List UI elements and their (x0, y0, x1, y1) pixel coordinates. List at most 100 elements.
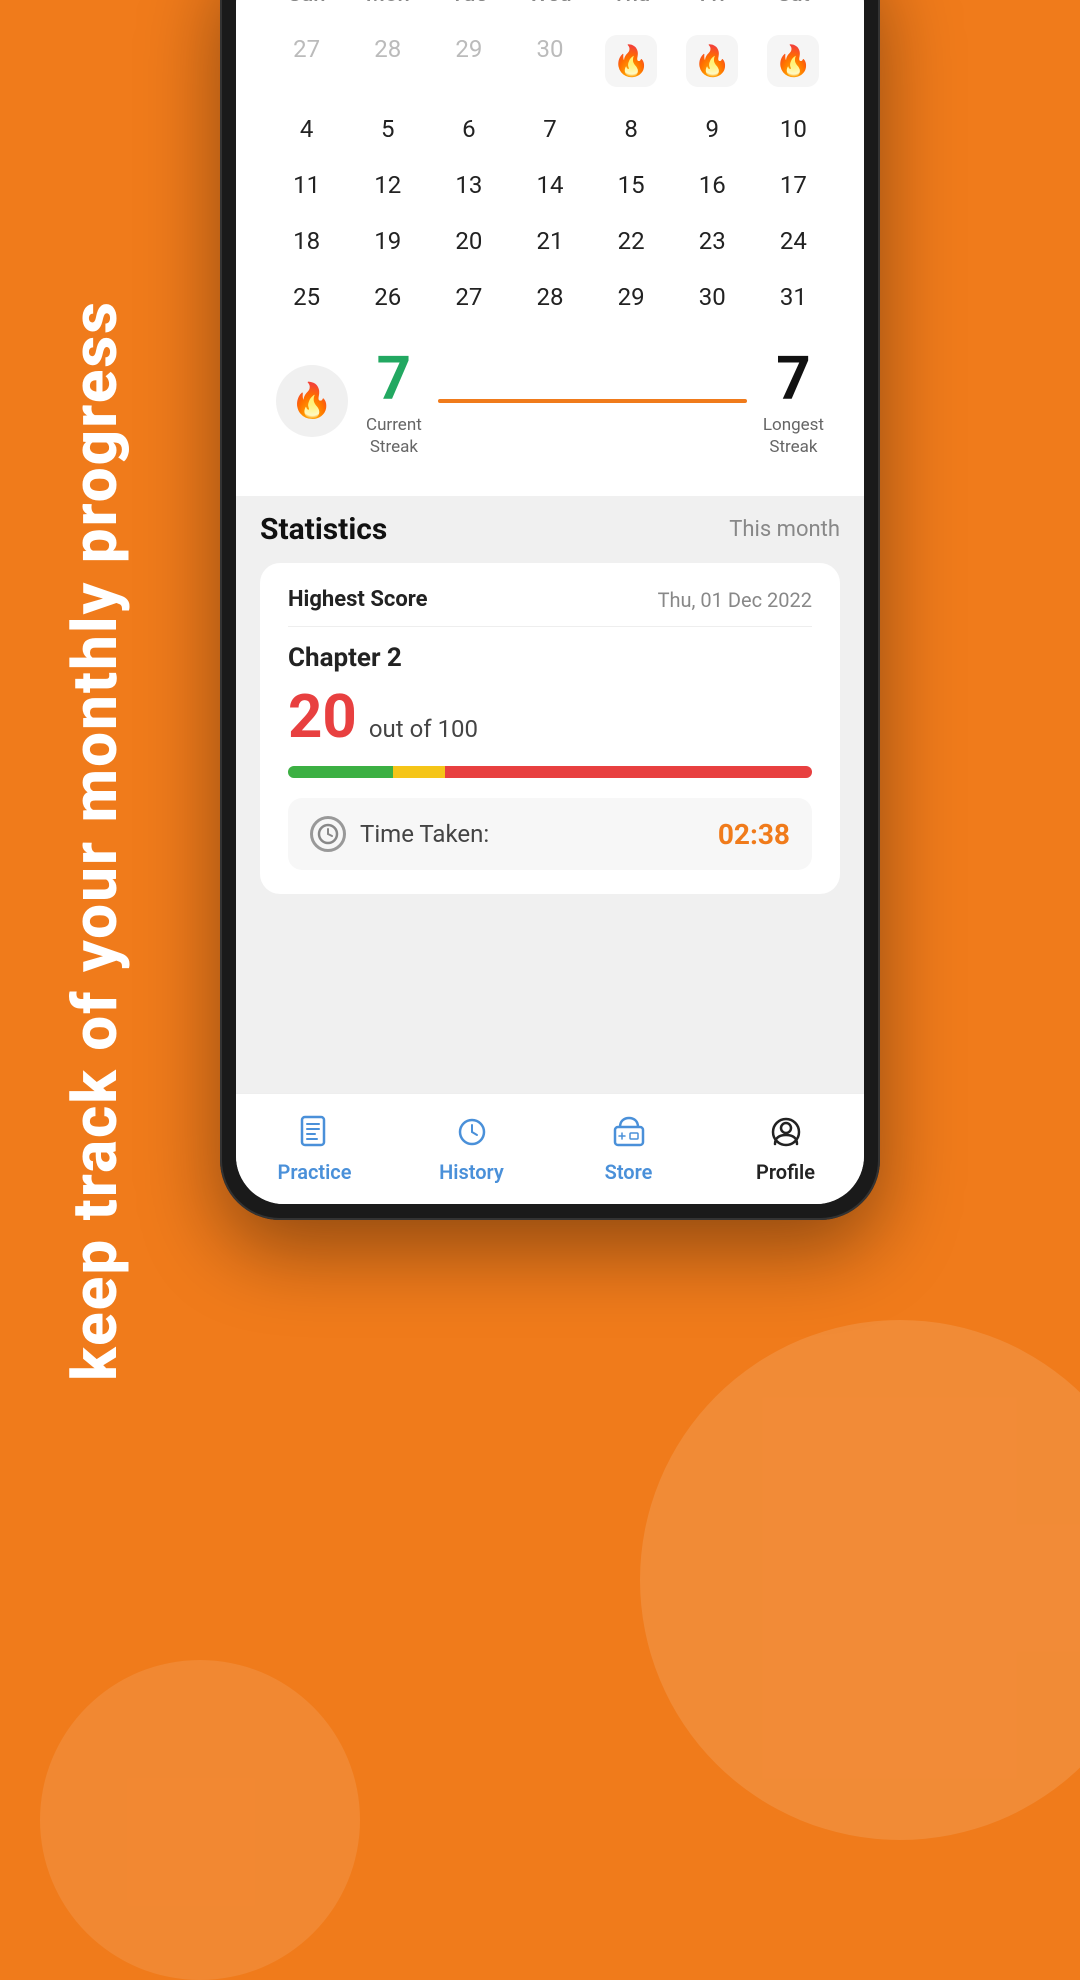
score-out-of: out of 100 (369, 715, 478, 743)
calendar-header-row: Sun Mon Tue Wed Thu Fri Sat (266, 0, 834, 13)
nav-label-store: Store (605, 1160, 653, 1184)
clock-icon (310, 816, 346, 852)
cal-cell: 5 (347, 101, 428, 157)
time-left: Time Taken: (310, 816, 489, 852)
cal-cell: 21 (509, 213, 590, 269)
phone-mockup: Sun Mon Tue Wed Thu Fri Sat 27 28 29 (220, 0, 880, 1220)
cal-cell: 19 (347, 213, 428, 269)
cal-cell: 13 (428, 157, 509, 213)
day-header-thu: Thu (591, 0, 672, 13)
store-icon (607, 1110, 651, 1154)
longest-streak-value: 7 (776, 343, 810, 414)
cal-cell: 9 (672, 101, 753, 157)
cal-cell: 26 (347, 269, 428, 325)
cal-cell: 20 (428, 213, 509, 269)
cal-cell: 16 (672, 157, 753, 213)
calendar-section: Sun Mon Tue Wed Thu Fri Sat 27 28 29 (236, 0, 864, 496)
cal-cell: 28 (509, 269, 590, 325)
spacer (236, 894, 864, 1093)
statistics-section: Statistics This month Highest Score Thu,… (236, 496, 864, 894)
bottom-nav: Practice History (236, 1093, 864, 1204)
streak-flame-icon: 🔥 (291, 381, 333, 421)
nav-label-history: History (439, 1160, 504, 1184)
fire-icon: 🔥 (612, 44, 649, 79)
highest-score-label: Highest Score (288, 587, 428, 612)
history-icon (450, 1110, 494, 1154)
nav-label-practice: Practice (278, 1160, 352, 1184)
chapter-label: Chapter 2 (288, 643, 812, 673)
cal-cell: 30 (509, 21, 590, 101)
calendar-body: 27 28 29 30 🔥 🔥 🔥 (266, 21, 834, 325)
current-streak-label: CurrentStreak (366, 414, 422, 458)
day-header-fri: Fri (672, 0, 753, 13)
nav-label-profile: Profile (756, 1160, 815, 1184)
cal-cell: 18 (266, 213, 347, 269)
score-progress-bar (288, 766, 812, 778)
cal-cell: 24 (753, 213, 834, 269)
nav-item-profile[interactable]: Profile (746, 1110, 826, 1184)
cal-cell: 6 (428, 101, 509, 157)
bg-circle-left (40, 1660, 360, 1980)
cal-cell: 8 (591, 101, 672, 157)
progress-yellow (393, 766, 445, 778)
cal-cell: 29 (591, 269, 672, 325)
streak-flame-circle: 🔥 (276, 365, 348, 437)
cal-cell: 11 (266, 157, 347, 213)
cal-cell: 29 (428, 21, 509, 101)
cal-cell: 30 (672, 269, 753, 325)
day-header-sat: Sat (753, 0, 834, 13)
cal-cell: 25 (266, 269, 347, 325)
current-streak-value: 7 (377, 343, 411, 414)
practice-icon (293, 1110, 337, 1154)
streak-separator-line (438, 399, 747, 403)
cal-cell: 14 (509, 157, 590, 213)
progress-red (445, 766, 812, 778)
statistics-period: This month (729, 517, 840, 542)
phone-screen: Sun Mon Tue Wed Thu Fri Sat 27 28 29 (236, 0, 864, 1204)
cal-cell: 27 (266, 21, 347, 101)
cal-cell: 7 (509, 101, 590, 157)
day-header-tue: Tue (428, 0, 509, 13)
time-value: 02:38 (718, 818, 790, 851)
phone-frame: Sun Mon Tue Wed Thu Fri Sat 27 28 29 (220, 0, 880, 1220)
longest-streak-item: 7 LongestStreak (763, 343, 824, 458)
stats-card-header: Highest Score Thu, 01 Dec 2022 (288, 587, 812, 627)
progress-green (288, 766, 393, 778)
cal-cell: 10 (753, 101, 834, 157)
cal-cell-fire: 🔥 (591, 21, 672, 101)
cal-cell-fire: 🔥 (672, 21, 753, 101)
highest-score-date: Thu, 01 Dec 2022 (658, 588, 812, 612)
nav-item-history[interactable]: History (432, 1110, 512, 1184)
streak-row: 🔥 7 CurrentStreak 7 LongestStreak (266, 325, 834, 468)
cal-cell: 28 (347, 21, 428, 101)
cal-cell: 27 (428, 269, 509, 325)
nav-item-store[interactable]: Store (589, 1110, 669, 1184)
cal-cell: 22 (591, 213, 672, 269)
score-value: 20 (288, 681, 357, 752)
calendar-grid: Sun Mon Tue Wed Thu Fri Sat 27 28 29 (266, 0, 834, 325)
day-header-wed: Wed (509, 0, 590, 13)
cal-cell: 23 (672, 213, 753, 269)
fire-icon: 🔥 (694, 44, 731, 79)
day-header-mon: Mon (347, 0, 428, 13)
cal-cell: 31 (753, 269, 834, 325)
cal-cell-fire: 🔥 (753, 21, 834, 101)
cal-cell: 4 (266, 101, 347, 157)
cal-cell: 12 (347, 157, 428, 213)
current-streak-item: 7 CurrentStreak (366, 343, 422, 458)
statistics-title: Statistics (260, 512, 387, 547)
statistics-card: Highest Score Thu, 01 Dec 2022 Chapter 2… (260, 563, 840, 894)
streak-connector: 7 CurrentStreak 7 LongestStreak (366, 343, 824, 458)
profile-icon (764, 1110, 808, 1154)
score-row: 20 out of 100 (288, 681, 812, 752)
nav-item-practice[interactable]: Practice (275, 1110, 355, 1184)
time-taken-label: Time Taken: (360, 820, 489, 848)
day-header-sun: Sun (266, 0, 347, 13)
cal-cell: 15 (591, 157, 672, 213)
fire-icon: 🔥 (775, 44, 812, 79)
stats-header: Statistics This month (260, 512, 840, 547)
bg-circle-right (640, 1320, 1080, 1840)
time-taken-row: Time Taken: 02:38 (288, 798, 812, 870)
longest-streak-label: LongestStreak (763, 414, 824, 458)
side-text: keep track of your monthly progress (60, 300, 200, 1381)
